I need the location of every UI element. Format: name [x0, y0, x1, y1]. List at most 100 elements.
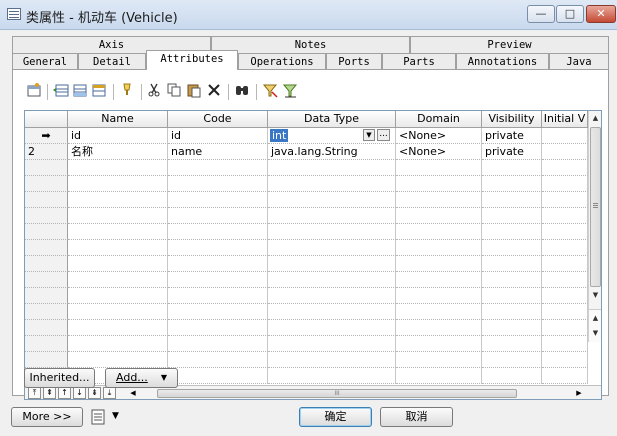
empty-cell[interactable]: [68, 192, 168, 208]
empty-cell[interactable]: [268, 224, 396, 240]
empty-cell[interactable]: [542, 256, 588, 272]
add-attributes-icon[interactable]: [90, 82, 108, 100]
cell-name[interactable]: id: [68, 128, 168, 144]
close-button[interactable]: ✕: [586, 5, 616, 23]
empty-cell[interactable]: [68, 176, 168, 192]
empty-cell[interactable]: [396, 240, 482, 256]
empty-cell[interactable]: [396, 176, 482, 192]
ellipsis-button[interactable]: ...: [377, 129, 390, 141]
empty-cell[interactable]: [482, 288, 542, 304]
list-options-icon[interactable]: [90, 408, 108, 426]
empty-table-row[interactable]: [25, 272, 588, 288]
cell-visibility[interactable]: private: [482, 128, 542, 144]
column-header-domain[interactable]: Domain: [396, 111, 482, 128]
empty-cell[interactable]: [482, 368, 542, 384]
empty-cell[interactable]: [268, 240, 396, 256]
scroll-left-icon[interactable]: ◀: [127, 387, 139, 399]
empty-cell[interactable]: [482, 320, 542, 336]
empty-cell[interactable]: [542, 304, 588, 320]
customize-filter-icon[interactable]: [281, 82, 299, 100]
empty-cell[interactable]: [168, 240, 268, 256]
empty-cell[interactable]: [542, 352, 588, 368]
empty-cell[interactable]: [68, 352, 168, 368]
empty-cell[interactable]: [68, 224, 168, 240]
scroll-top-icon[interactable]: ▲: [589, 312, 601, 325]
tab-notes[interactable]: Notes: [211, 36, 410, 53]
empty-cell[interactable]: [542, 160, 588, 176]
empty-table-row[interactable]: [25, 352, 588, 368]
empty-cell[interactable]: [396, 368, 482, 384]
cancel-button[interactable]: 取消: [380, 407, 453, 427]
empty-cell[interactable]: [168, 320, 268, 336]
empty-cell[interactable]: [268, 352, 396, 368]
empty-cell[interactable]: [396, 224, 482, 240]
empty-cell[interactable]: [396, 160, 482, 176]
empty-cell[interactable]: [168, 304, 268, 320]
empty-cell[interactable]: [68, 272, 168, 288]
empty-cell[interactable]: [542, 336, 588, 352]
empty-cell[interactable]: [542, 208, 588, 224]
empty-table-row[interactable]: [25, 176, 588, 192]
empty-cell[interactable]: [68, 160, 168, 176]
minimize-button[interactable]: —: [527, 5, 555, 23]
horizontal-scroll-thumb[interactable]: III: [157, 389, 517, 398]
empty-cell[interactable]: [168, 352, 268, 368]
cell-domain[interactable]: <None>: [396, 144, 482, 160]
cell-initial-value[interactable]: [542, 144, 588, 160]
empty-cell[interactable]: [268, 288, 396, 304]
cell-code[interactable]: id: [168, 128, 268, 144]
tab-annotations[interactable]: Annotations: [456, 53, 549, 70]
empty-cell[interactable]: [168, 288, 268, 304]
empty-cell[interactable]: [268, 272, 396, 288]
table-row[interactable]: 2 名称 name java.lang.String <None> privat…: [25, 144, 588, 160]
empty-cell[interactable]: [68, 240, 168, 256]
empty-cell[interactable]: [268, 336, 396, 352]
column-header-visibility[interactable]: Visibility: [482, 111, 542, 128]
scroll-down-icon[interactable]: ▼: [589, 289, 601, 302]
add-row-icon[interactable]: [71, 82, 89, 100]
scroll-thumb[interactable]: [590, 127, 601, 287]
move-page-down-icon[interactable]: ⇟: [88, 387, 101, 399]
cell-visibility[interactable]: private: [482, 144, 542, 160]
empty-cell[interactable]: [268, 192, 396, 208]
empty-table-row[interactable]: [25, 288, 588, 304]
empty-cell[interactable]: [168, 192, 268, 208]
empty-cell[interactable]: [542, 368, 588, 384]
empty-cell[interactable]: [396, 304, 482, 320]
empty-cell[interactable]: [268, 160, 396, 176]
inherited-button[interactable]: Inherited...: [24, 368, 95, 388]
cell-initial-value[interactable]: [542, 128, 588, 144]
move-up-icon[interactable]: ↑: [58, 387, 71, 399]
copy-icon[interactable]: [165, 82, 183, 100]
empty-cell[interactable]: [68, 336, 168, 352]
empty-cell[interactable]: [68, 208, 168, 224]
cell-name[interactable]: 名称: [68, 144, 168, 160]
empty-cell[interactable]: [542, 176, 588, 192]
empty-cell[interactable]: [542, 224, 588, 240]
empty-cell[interactable]: [482, 224, 542, 240]
empty-cell[interactable]: [268, 368, 396, 384]
empty-table-row[interactable]: [25, 240, 588, 256]
filter-icon[interactable]: [261, 82, 279, 100]
empty-table-row[interactable]: [25, 336, 588, 352]
empty-table-row[interactable]: [25, 256, 588, 272]
empty-cell[interactable]: [482, 256, 542, 272]
ok-button[interactable]: 确定: [299, 407, 372, 427]
cell-domain[interactable]: <None>: [396, 128, 482, 144]
tab-preview[interactable]: Preview: [410, 36, 609, 53]
empty-cell[interactable]: [68, 304, 168, 320]
cut-icon[interactable]: [145, 82, 163, 100]
find-icon[interactable]: [118, 82, 136, 100]
tab-parts[interactable]: Parts: [382, 53, 456, 70]
vertical-scrollbar[interactable]: ▲ ▼ ▲ ▼: [588, 111, 601, 342]
empty-cell[interactable]: [168, 368, 268, 384]
empty-cell[interactable]: [168, 224, 268, 240]
empty-cell[interactable]: [396, 192, 482, 208]
empty-cell[interactable]: [482, 336, 542, 352]
tab-general[interactable]: General: [12, 53, 78, 70]
empty-cell[interactable]: [396, 336, 482, 352]
empty-cell[interactable]: [168, 208, 268, 224]
empty-table-row[interactable]: [25, 160, 588, 176]
column-header-data-type[interactable]: Data Type: [268, 111, 396, 128]
empty-cell[interactable]: [482, 304, 542, 320]
